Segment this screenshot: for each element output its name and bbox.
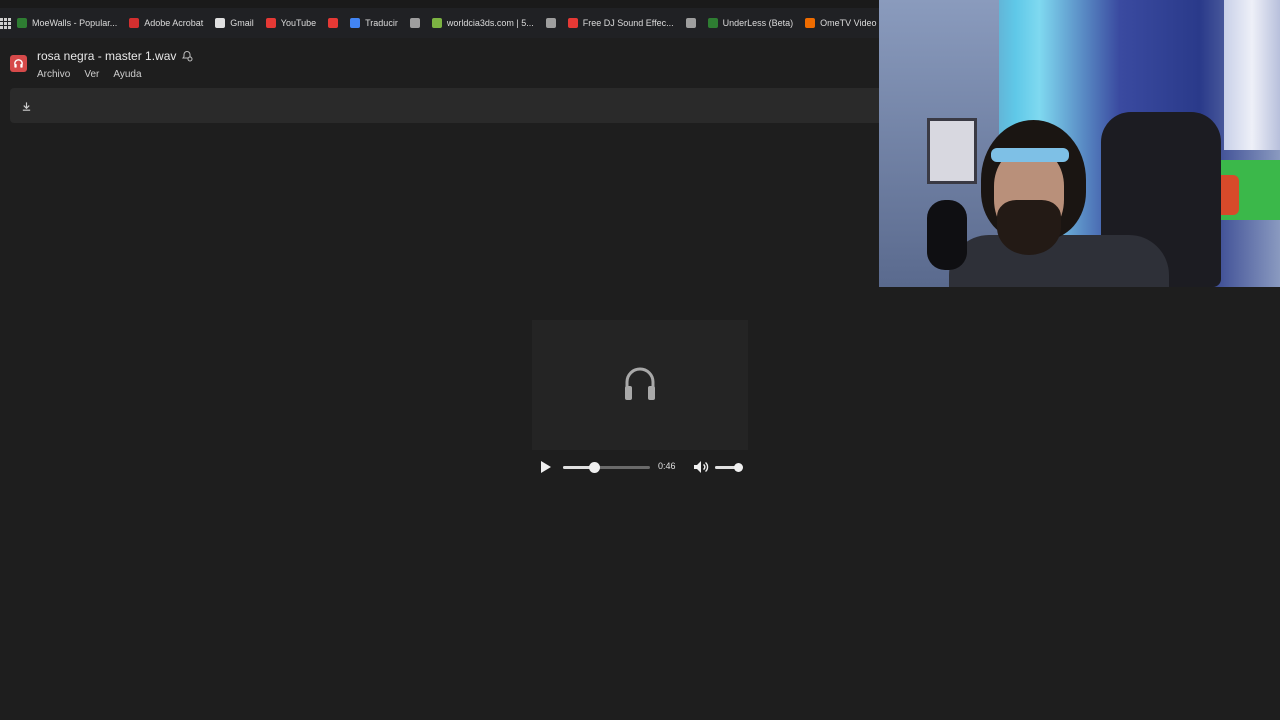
bookmark-favicon-icon — [350, 18, 361, 28]
seek-slider[interactable] — [563, 462, 650, 473]
toolbar — [10, 88, 880, 123]
headband — [991, 148, 1069, 162]
bookmark-favicon-icon — [805, 18, 816, 28]
bookmark-favicon-icon — [129, 18, 140, 28]
bookmark-label: Adobe Acrobat — [144, 18, 204, 28]
framed-certificate — [927, 118, 977, 184]
bookmark-item[interactable]: YouTube — [260, 8, 322, 38]
volume-handle[interactable] — [734, 463, 744, 472]
bookmark-favicon-icon — [409, 18, 420, 28]
menu-item-ayuda[interactable]: Ayuda — [113, 69, 141, 80]
volume-icon[interactable] — [693, 460, 709, 479]
webcam-overlay — [879, 0, 1280, 287]
download-icon[interactable] — [21, 99, 32, 117]
tab-strip — [0, 0, 880, 8]
bookmark-favicon-icon — [17, 18, 27, 28]
bookmark-favicon-icon — [215, 18, 226, 28]
bookmark-favicon-icon — [685, 18, 696, 28]
bookmark-label: MoeWalls - Popular... — [32, 18, 118, 28]
microphone — [927, 200, 967, 270]
bookmark-label: worldcia3ds.com | 5... — [446, 18, 534, 28]
apps-grid-icon[interactable] — [0, 17, 11, 29]
bookmark-item[interactable]: Traducir — [344, 8, 404, 38]
share-icon[interactable] — [181, 49, 193, 67]
play-button[interactable] — [540, 460, 552, 479]
bookmark-label: Traducir — [365, 18, 398, 28]
seek-handle[interactable] — [589, 462, 601, 473]
bookmark-favicon-icon — [265, 18, 276, 28]
bookmarks-bar: MoeWalls - Popular... Adobe Acrobat Gmail Y… — [0, 8, 880, 38]
bookmark-item[interactable] — [540, 8, 562, 38]
headphones-app-icon — [10, 55, 27, 72]
bookmark-favicon-icon — [545, 18, 556, 28]
bookmark-favicon-icon — [567, 18, 578, 28]
bookmark-item[interactable] — [680, 8, 702, 38]
bookmark-item[interactable]: MoeWalls - Popular... — [11, 8, 123, 38]
bookmark-label: Free DJ Sound Effec... — [582, 18, 674, 28]
bookmark-item[interactable]: UnderLess (Beta) — [702, 8, 800, 38]
bookmark-item[interactable]: worldcia3ds.com | 5... — [426, 8, 540, 38]
bookmark-item[interactable]: Adobe Acrobat — [123, 8, 209, 38]
bookmark-item[interactable]: Gmail — [209, 8, 260, 38]
file-header: rosa negra - master 1.wav Archivo Ver Ay… — [0, 38, 880, 88]
bookmark-favicon-icon — [328, 18, 339, 28]
bookmark-item[interactable]: OmeTV Video Chat... — [799, 8, 880, 38]
volume-slider[interactable] — [715, 463, 744, 472]
bookmark-item[interactable] — [322, 8, 344, 38]
headphones-icon — [622, 364, 658, 409]
bookmark-favicon-icon — [707, 18, 718, 28]
bookmark-item[interactable]: Free DJ Sound Effec... — [562, 8, 680, 38]
file-title: rosa negra - master 1.wav — [37, 49, 177, 63]
time-display: 0:46 — [658, 461, 676, 471]
screen: MoeWalls - Popular... Adobe Acrobat Gmail Y… — [0, 0, 1280, 720]
menu-bar: Archivo Ver Ayuda — [37, 69, 142, 80]
menu-item-archivo[interactable]: Archivo — [37, 69, 70, 80]
bookmark-label: Gmail — [230, 18, 254, 28]
bookmark-label: UnderLess (Beta) — [722, 18, 794, 28]
bookmark-label: YouTube — [280, 18, 317, 28]
player-controls: 0:46 — [532, 452, 748, 482]
menu-item-ver[interactable]: Ver — [84, 69, 99, 80]
bookmark-favicon-icon — [431, 18, 442, 28]
bookmark-label: OmeTV Video Chat... — [820, 18, 880, 28]
bookmark-item[interactable] — [404, 8, 426, 38]
